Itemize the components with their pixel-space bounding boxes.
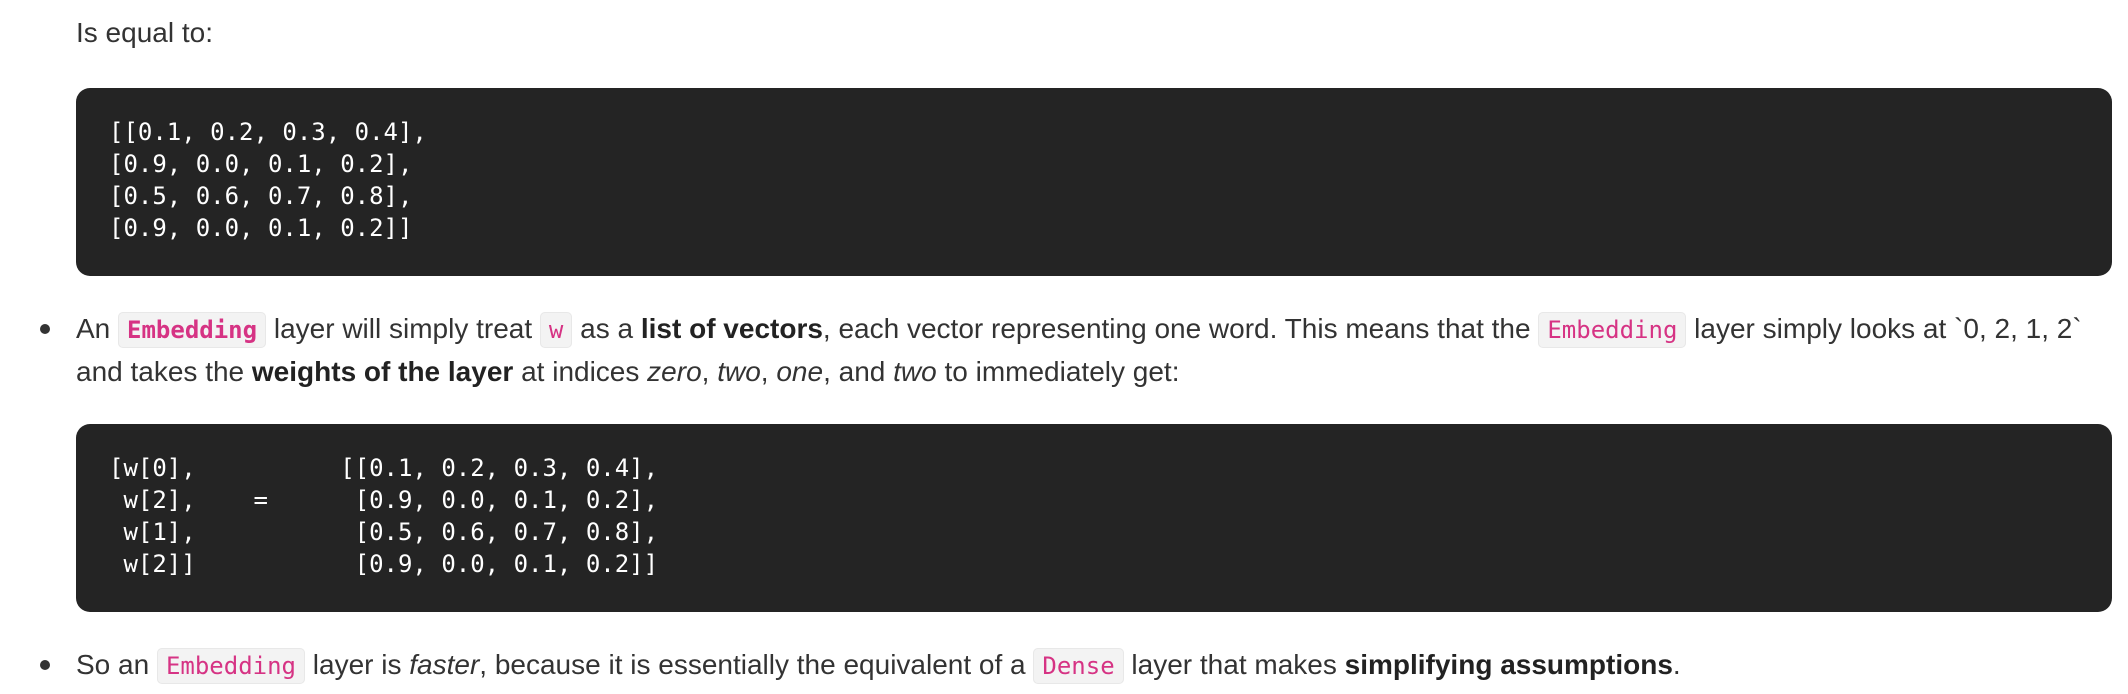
code-line: [0.9, 0.0, 0.1, 0.2], xyxy=(109,150,413,178)
code-line: [w[0], [[0.1, 0.2, 0.3, 0.4], xyxy=(109,454,659,482)
text: . xyxy=(1672,649,1681,680)
text: , and xyxy=(823,356,894,387)
inline-code-embedding: Embedding xyxy=(156,648,305,684)
text: , because it is essentially the equivale… xyxy=(479,649,1034,680)
code-line: [0.9, 0.0, 0.1, 0.2]] xyxy=(109,214,413,242)
text: at indices xyxy=(513,356,648,387)
italic-text: two xyxy=(893,356,937,387)
document-content: Is equal to: [[0.1, 0.2, 0.3, 0.4], [0.9… xyxy=(0,0,2128,694)
inline-code-embedding: Embedding xyxy=(1538,312,1687,348)
bullet-dot xyxy=(40,324,50,334)
code-block-matrix: [[0.1, 0.2, 0.3, 0.4], [0.9, 0.0, 0.1, 0… xyxy=(76,88,2112,276)
code-block-lookup: [w[0], [[0.1, 0.2, 0.3, 0.4], w[2], = [0… xyxy=(76,424,2112,612)
text: , xyxy=(701,356,718,387)
code-line: w[2]] [0.9, 0.0, 0.1, 0.2]] xyxy=(109,550,659,578)
inline-code-embedding: Embedding xyxy=(118,312,267,348)
text: layer simply looks at `0, 2, 1, 2` xyxy=(1686,313,2082,344)
text: , xyxy=(760,356,777,387)
bullet-paragraph-embedding-speed: So an Embedding layer is faster, because… xyxy=(76,644,2116,687)
inline-code-w: w xyxy=(539,312,573,348)
text: So an xyxy=(76,649,157,680)
code-line: [0.5, 0.6, 0.7, 0.8], xyxy=(109,182,413,210)
intro-paragraph: Is equal to: xyxy=(76,17,213,48)
text: layer is xyxy=(305,649,410,680)
bold-text: simplifying assumptions xyxy=(1344,649,1673,680)
italic-text: one xyxy=(776,356,824,387)
text: to immediately get: xyxy=(936,356,1180,387)
text: An xyxy=(76,313,119,344)
italic-text: zero xyxy=(647,356,702,387)
code-line: w[2], = [0.9, 0.0, 0.1, 0.2], xyxy=(109,486,659,514)
bullet-dot xyxy=(40,660,50,670)
code-line: w[1], [0.5, 0.6, 0.7, 0.8], xyxy=(109,518,659,546)
bold-text: weights of the layer xyxy=(251,356,514,387)
bullet-paragraph-embedding-lookup: An Embedding layer will simply treat w a… xyxy=(76,308,2116,393)
code-line: [[0.1, 0.2, 0.3, 0.4], xyxy=(109,118,427,146)
italic-text: two xyxy=(717,356,761,387)
italic-text: faster xyxy=(409,649,480,680)
text: and takes the xyxy=(76,356,252,387)
inline-code-dense: Dense xyxy=(1033,648,1124,684)
text: as a xyxy=(572,313,641,344)
bold-text: list of vectors xyxy=(640,313,823,344)
text: layer that makes xyxy=(1123,649,1345,680)
text: layer will simply treat xyxy=(266,313,540,344)
text: , each vector representing one word. Thi… xyxy=(822,313,1539,344)
